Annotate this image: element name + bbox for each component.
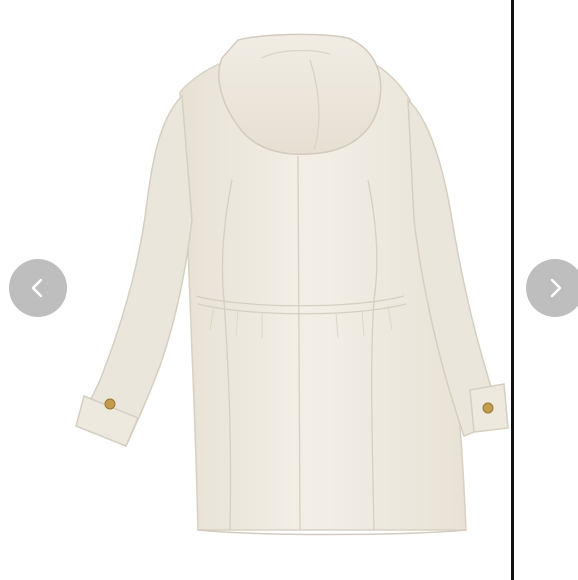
product-image xyxy=(0,0,512,580)
next-image-button[interactable] xyxy=(526,259,578,317)
chevron-right-icon xyxy=(544,277,566,299)
chevron-left-icon xyxy=(27,277,49,299)
left-sleeve xyxy=(75,94,193,447)
previous-image-button[interactable] xyxy=(9,259,67,317)
image-carousel xyxy=(0,0,578,580)
